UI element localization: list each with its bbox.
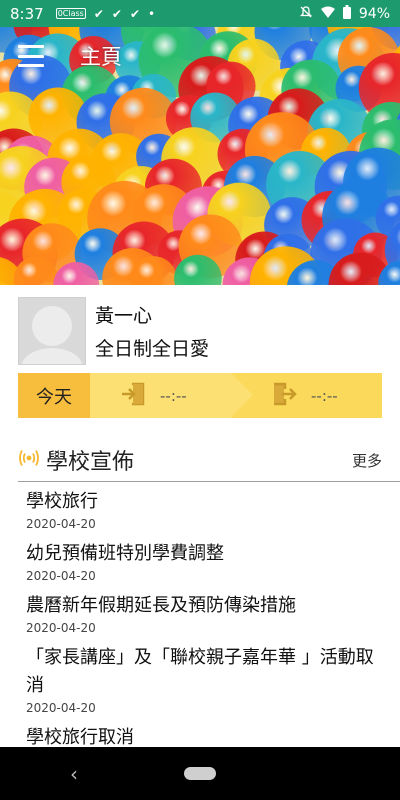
- announcements-title: 學校宣佈: [46, 450, 135, 475]
- check-out-time: --:--: [311, 386, 338, 405]
- check-in-segment: --:--: [90, 373, 253, 418]
- mute-icon: [299, 5, 313, 23]
- check-out-segment: --:--: [231, 373, 382, 418]
- battery-percent: 94%: [358, 5, 390, 22]
- list-item[interactable]: 學校旅行 2020-04-20: [26, 488, 376, 531]
- battery-icon: [342, 4, 351, 23]
- divider: [18, 481, 400, 482]
- check-icon: ✔: [129, 6, 141, 21]
- announcement-title: 「家長講座」及「聯校親子嘉年華 」活動取消: [26, 647, 374, 696]
- announcement-date: 2020-04-20: [26, 701, 96, 715]
- home-pill-button[interactable]: [184, 767, 216, 780]
- announcement-date: 2020-04-20: [26, 517, 96, 531]
- back-icon[interactable]: ‹: [70, 762, 78, 786]
- attendance-bar: 今天 --:-- --:--: [18, 373, 382, 418]
- status-bar: 8:37 0Class ✔ ✔ ✔ • 94%: [0, 0, 400, 27]
- app-notification-icon: 0Class: [55, 8, 86, 19]
- today-label: 今天: [18, 373, 90, 418]
- page-title: 主頁: [80, 45, 122, 69]
- more-link[interactable]: 更多: [352, 450, 382, 471]
- announcement-title: 學校旅行: [26, 491, 98, 512]
- list-item[interactable]: 「家長講座」及「聯校親子嘉年華 」活動取消 2020-04-20: [26, 644, 376, 715]
- broadcast-icon: [18, 449, 40, 471]
- check-in-icon: [120, 381, 146, 411]
- announcement-list: 學校旅行 2020-04-20 幼兒預備班特別學費調整 2020-04-20 農…: [26, 488, 376, 761]
- student-name: 黃一心: [95, 305, 153, 327]
- announcement-title: 農曆新年假期延長及預防傳染措施: [26, 595, 296, 616]
- app-bar: 主頁: [0, 27, 400, 85]
- announcements-header: 學校宣佈 更多: [18, 442, 382, 478]
- wifi-icon: [320, 6, 335, 22]
- student-class: 全日制全日愛: [95, 338, 210, 360]
- list-item[interactable]: 幼兒預備班特別學費調整 2020-04-20: [26, 540, 376, 583]
- dot-icon: •: [148, 6, 156, 21]
- avatar: [18, 297, 86, 365]
- list-item[interactable]: 農曆新年假期延長及預防傳染措施 2020-04-20: [26, 592, 376, 635]
- hamburger-menu-icon[interactable]: [18, 45, 44, 67]
- student-profile[interactable]: 黃一心 全日制全日愛: [18, 297, 382, 365]
- system-nav-bar: ‹: [0, 747, 400, 800]
- check-icon: ✔: [93, 6, 104, 21]
- announcement-date: 2020-04-20: [26, 621, 96, 635]
- check-out-icon: [271, 381, 297, 411]
- check-icon: ✔: [111, 6, 122, 21]
- status-time: 8:37: [10, 4, 44, 23]
- announcement-title: 幼兒預備班特別學費調整: [26, 543, 224, 564]
- check-in-time: --:--: [160, 386, 187, 405]
- announcement-date: 2020-04-20: [26, 569, 96, 583]
